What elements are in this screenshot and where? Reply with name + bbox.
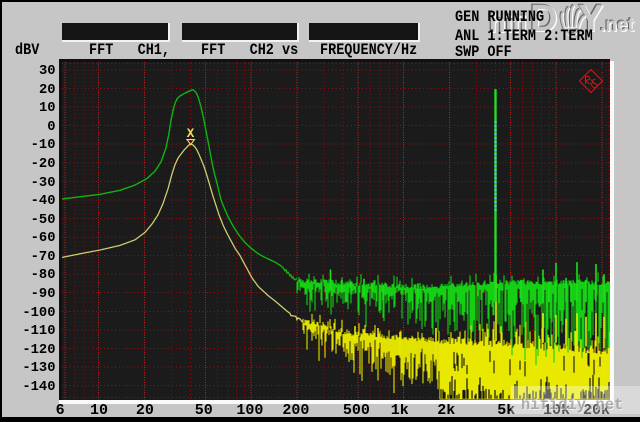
svg-text:X: X: [187, 127, 195, 141]
